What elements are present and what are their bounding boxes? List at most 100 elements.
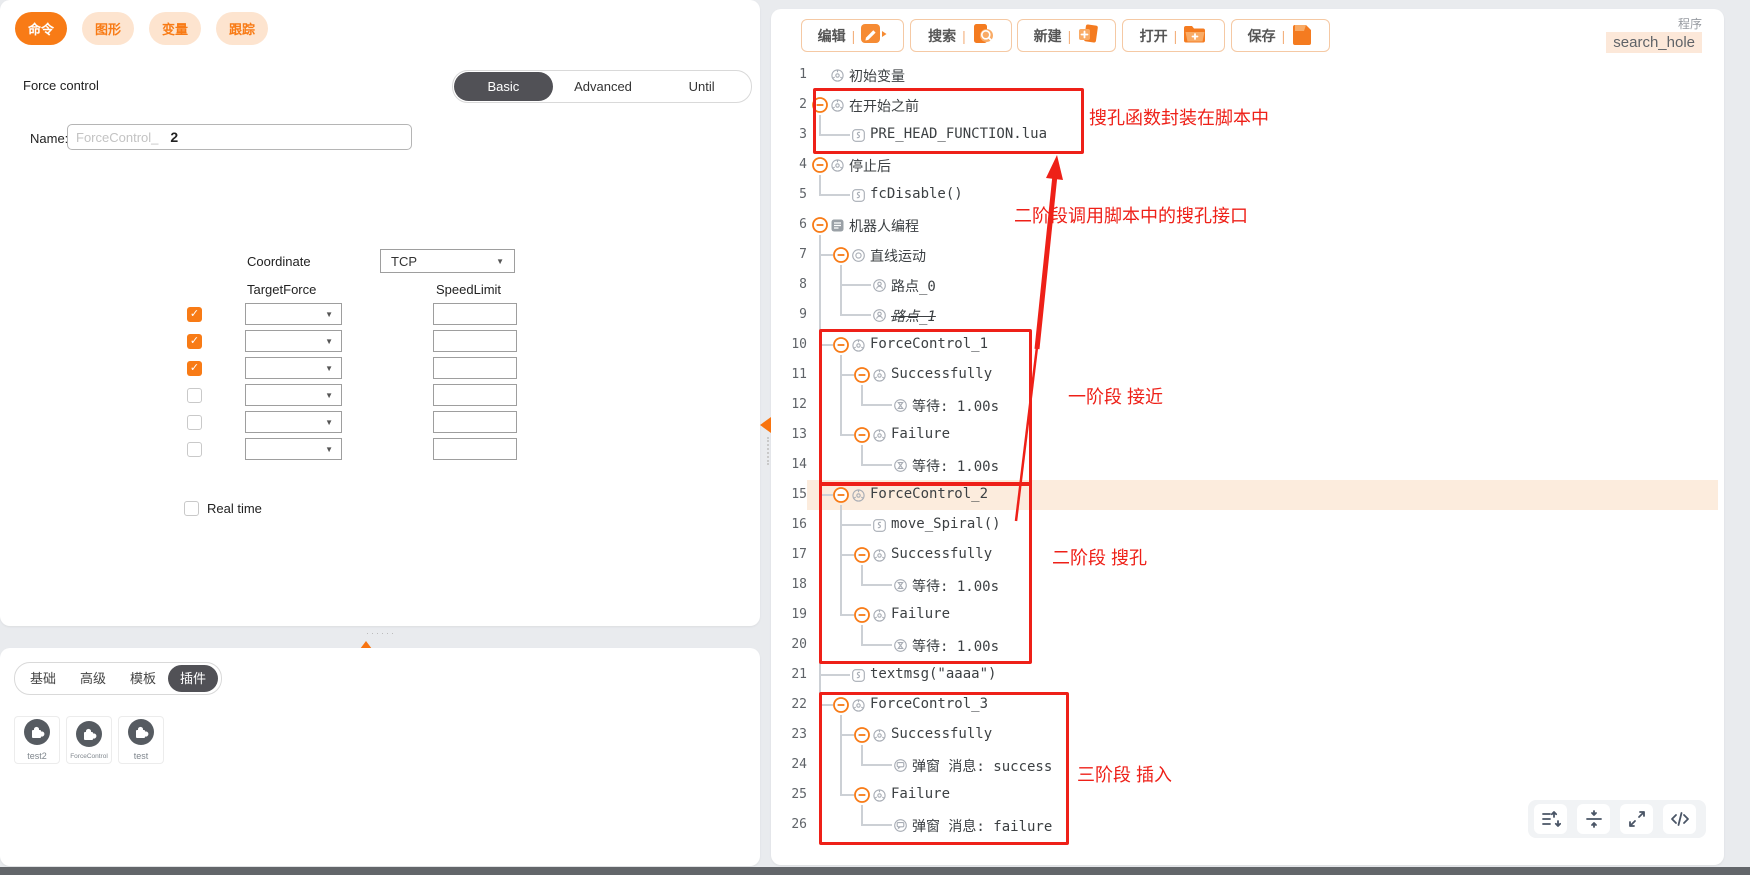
tab-until[interactable]: Until bbox=[652, 72, 751, 101]
tree-node-label[interactable]: Successfully bbox=[891, 366, 992, 382]
tree-node-label[interactable]: 等待: 1.00s bbox=[912, 576, 999, 596]
collapse-node-icon[interactable] bbox=[854, 427, 870, 448]
library-tab-basic[interactable]: 基础 bbox=[18, 665, 68, 692]
expand-icon[interactable] bbox=[1620, 804, 1653, 834]
tree-node-label[interactable]: ForceControl_2 bbox=[870, 486, 988, 502]
coordinate-select[interactable]: TCP ▼ bbox=[380, 249, 515, 273]
splitter-dots: ······ bbox=[366, 628, 396, 638]
speed-input[interactable] bbox=[433, 330, 517, 352]
plugin-card-test2[interactable]: test2 bbox=[14, 716, 60, 764]
tree-node-label[interactable]: Failure bbox=[891, 426, 950, 442]
nav-tab-command[interactable]: 命令 bbox=[15, 12, 67, 45]
library-tab-template[interactable]: 模板 bbox=[118, 665, 168, 692]
tree-node-label[interactable]: 在开始之前 bbox=[849, 96, 919, 116]
sort-order-icon[interactable] bbox=[1534, 804, 1567, 834]
new-button[interactable]: 新建| bbox=[1017, 19, 1116, 52]
tree-node-label[interactable]: Successfully bbox=[891, 726, 992, 742]
force-value-select[interactable]: ▼ bbox=[245, 330, 342, 352]
tree-node-label[interactable]: Successfully bbox=[891, 546, 992, 562]
open-button[interactable]: 打开| bbox=[1122, 19, 1225, 52]
collapse-node-icon[interactable] bbox=[833, 337, 849, 358]
force-value-select[interactable]: ▼ bbox=[245, 357, 342, 379]
collapse-node-icon[interactable] bbox=[854, 367, 870, 388]
collapse-node-icon[interactable] bbox=[854, 727, 870, 748]
tree-node-label[interactable]: 机器人编程 bbox=[849, 216, 919, 236]
tab-basic[interactable]: Basic bbox=[454, 72, 553, 101]
tree-node-label[interactable]: Failure bbox=[891, 606, 950, 622]
script-icon bbox=[851, 668, 866, 688]
save-button[interactable]: 保存| bbox=[1231, 19, 1330, 52]
axis-checkbox[interactable]: ✓ bbox=[187, 307, 202, 322]
collapse-node-icon[interactable] bbox=[812, 97, 828, 118]
annotation-stage3-note: 三阶段 插入 bbox=[1077, 761, 1172, 787]
speed-input[interactable] bbox=[433, 303, 517, 325]
tree-node-label[interactable]: PRE_HEAD_FUNCTION.lua bbox=[870, 126, 1047, 142]
edit-button[interactable]: 编辑| bbox=[801, 19, 904, 52]
axis-checkbox[interactable]: ✓ bbox=[187, 334, 202, 349]
force-value-select[interactable]: ▼ bbox=[245, 411, 342, 433]
speed-input[interactable] bbox=[433, 384, 517, 406]
tree-node-label[interactable]: 初始变量 bbox=[849, 66, 905, 86]
collapse-vertical-icon[interactable] bbox=[1577, 804, 1610, 834]
axis-checkbox[interactable] bbox=[187, 415, 202, 430]
nav-tab-variable[interactable]: 变量 bbox=[149, 12, 201, 45]
script-icon bbox=[851, 128, 866, 148]
tree-node-label[interactable]: 等待: 1.00s bbox=[912, 636, 999, 656]
collapse-node-icon[interactable] bbox=[812, 157, 828, 178]
line-number: 14 bbox=[773, 457, 807, 472]
speed-input[interactable] bbox=[433, 411, 517, 433]
axis-checkbox[interactable] bbox=[187, 442, 202, 457]
name-placeholder: ForceControl_ bbox=[76, 130, 158, 145]
name-input[interactable]: ForceControl_ 2 bbox=[67, 124, 412, 150]
panel-collapse-left-icon[interactable] bbox=[760, 417, 771, 433]
tree-node-label[interactable]: 直线运动 bbox=[870, 246, 926, 266]
collapse-node-icon[interactable] bbox=[812, 217, 828, 238]
nav-tab-graphic[interactable]: 图形 bbox=[82, 12, 134, 45]
tree-node-label[interactable]: ForceControl_1 bbox=[870, 336, 988, 352]
tab-advanced[interactable]: Advanced bbox=[554, 72, 653, 101]
tree-node-label[interactable]: 弹窗 消息: failure bbox=[912, 816, 1052, 836]
tree-node-label[interactable]: 等待: 1.00s bbox=[912, 456, 999, 476]
code-icon[interactable] bbox=[1663, 804, 1696, 834]
tree-node-label[interactable]: 停止后 bbox=[849, 156, 891, 176]
speed-input[interactable] bbox=[433, 357, 517, 379]
tree-node-label[interactable]: 路点_1 bbox=[891, 306, 936, 326]
collapse-node-icon[interactable] bbox=[833, 487, 849, 508]
library-tab-plugin[interactable]: 插件 bbox=[168, 665, 218, 692]
collapse-node-icon[interactable] bbox=[833, 247, 849, 268]
tree-node-label[interactable]: fcDisable() bbox=[870, 186, 963, 202]
script-icon bbox=[872, 518, 887, 538]
tree-node-label[interactable]: move_Spiral() bbox=[891, 516, 1001, 532]
panel-splitter-dots bbox=[767, 437, 769, 465]
force-value-select[interactable]: ▼ bbox=[245, 384, 342, 406]
library-tab-advanced[interactable]: 高级 bbox=[68, 665, 118, 692]
tree-node-label[interactable]: 路点_0 bbox=[891, 276, 936, 296]
waypoint-icon bbox=[872, 278, 887, 298]
tree-node-label[interactable]: Failure bbox=[891, 786, 950, 802]
realtime-checkbox[interactable] bbox=[184, 501, 199, 516]
plugin-card-forcecontrol[interactable]: ForceControl bbox=[66, 716, 112, 764]
axis-checkbox[interactable] bbox=[187, 388, 202, 403]
gear-icon bbox=[851, 698, 866, 718]
axis-checkbox[interactable]: ✓ bbox=[187, 361, 202, 376]
collapse-node-icon[interactable] bbox=[833, 697, 849, 718]
collapse-node-icon[interactable] bbox=[854, 547, 870, 568]
collapse-node-icon[interactable] bbox=[854, 787, 870, 808]
line-number: 11 bbox=[773, 367, 807, 382]
line-number: 18 bbox=[773, 577, 807, 592]
program-name[interactable]: search_hole bbox=[1606, 32, 1702, 53]
plugin-card-test[interactable]: test bbox=[118, 716, 164, 764]
tree-node-label[interactable]: 弹窗 消息: success bbox=[912, 756, 1052, 776]
line-number: 21 bbox=[773, 667, 807, 682]
tree-node-label[interactable]: 等待: 1.00s bbox=[912, 396, 999, 416]
tree-node-label[interactable]: ForceControl_3 bbox=[870, 696, 988, 712]
nav-tab-track[interactable]: 跟踪 bbox=[216, 12, 268, 45]
speed-input[interactable] bbox=[433, 438, 517, 460]
collapse-node-icon[interactable] bbox=[854, 607, 870, 628]
search-button[interactable]: 搜索| bbox=[910, 19, 1012, 52]
force-value-select[interactable]: ▼ bbox=[245, 438, 342, 460]
annotation-stage2-note: 二阶段 搜孔 bbox=[1052, 544, 1147, 570]
tree-connector bbox=[840, 794, 854, 796]
tree-node-label[interactable]: textmsg("aaaa") bbox=[870, 666, 996, 682]
force-value-select[interactable]: ▼ bbox=[245, 303, 342, 325]
